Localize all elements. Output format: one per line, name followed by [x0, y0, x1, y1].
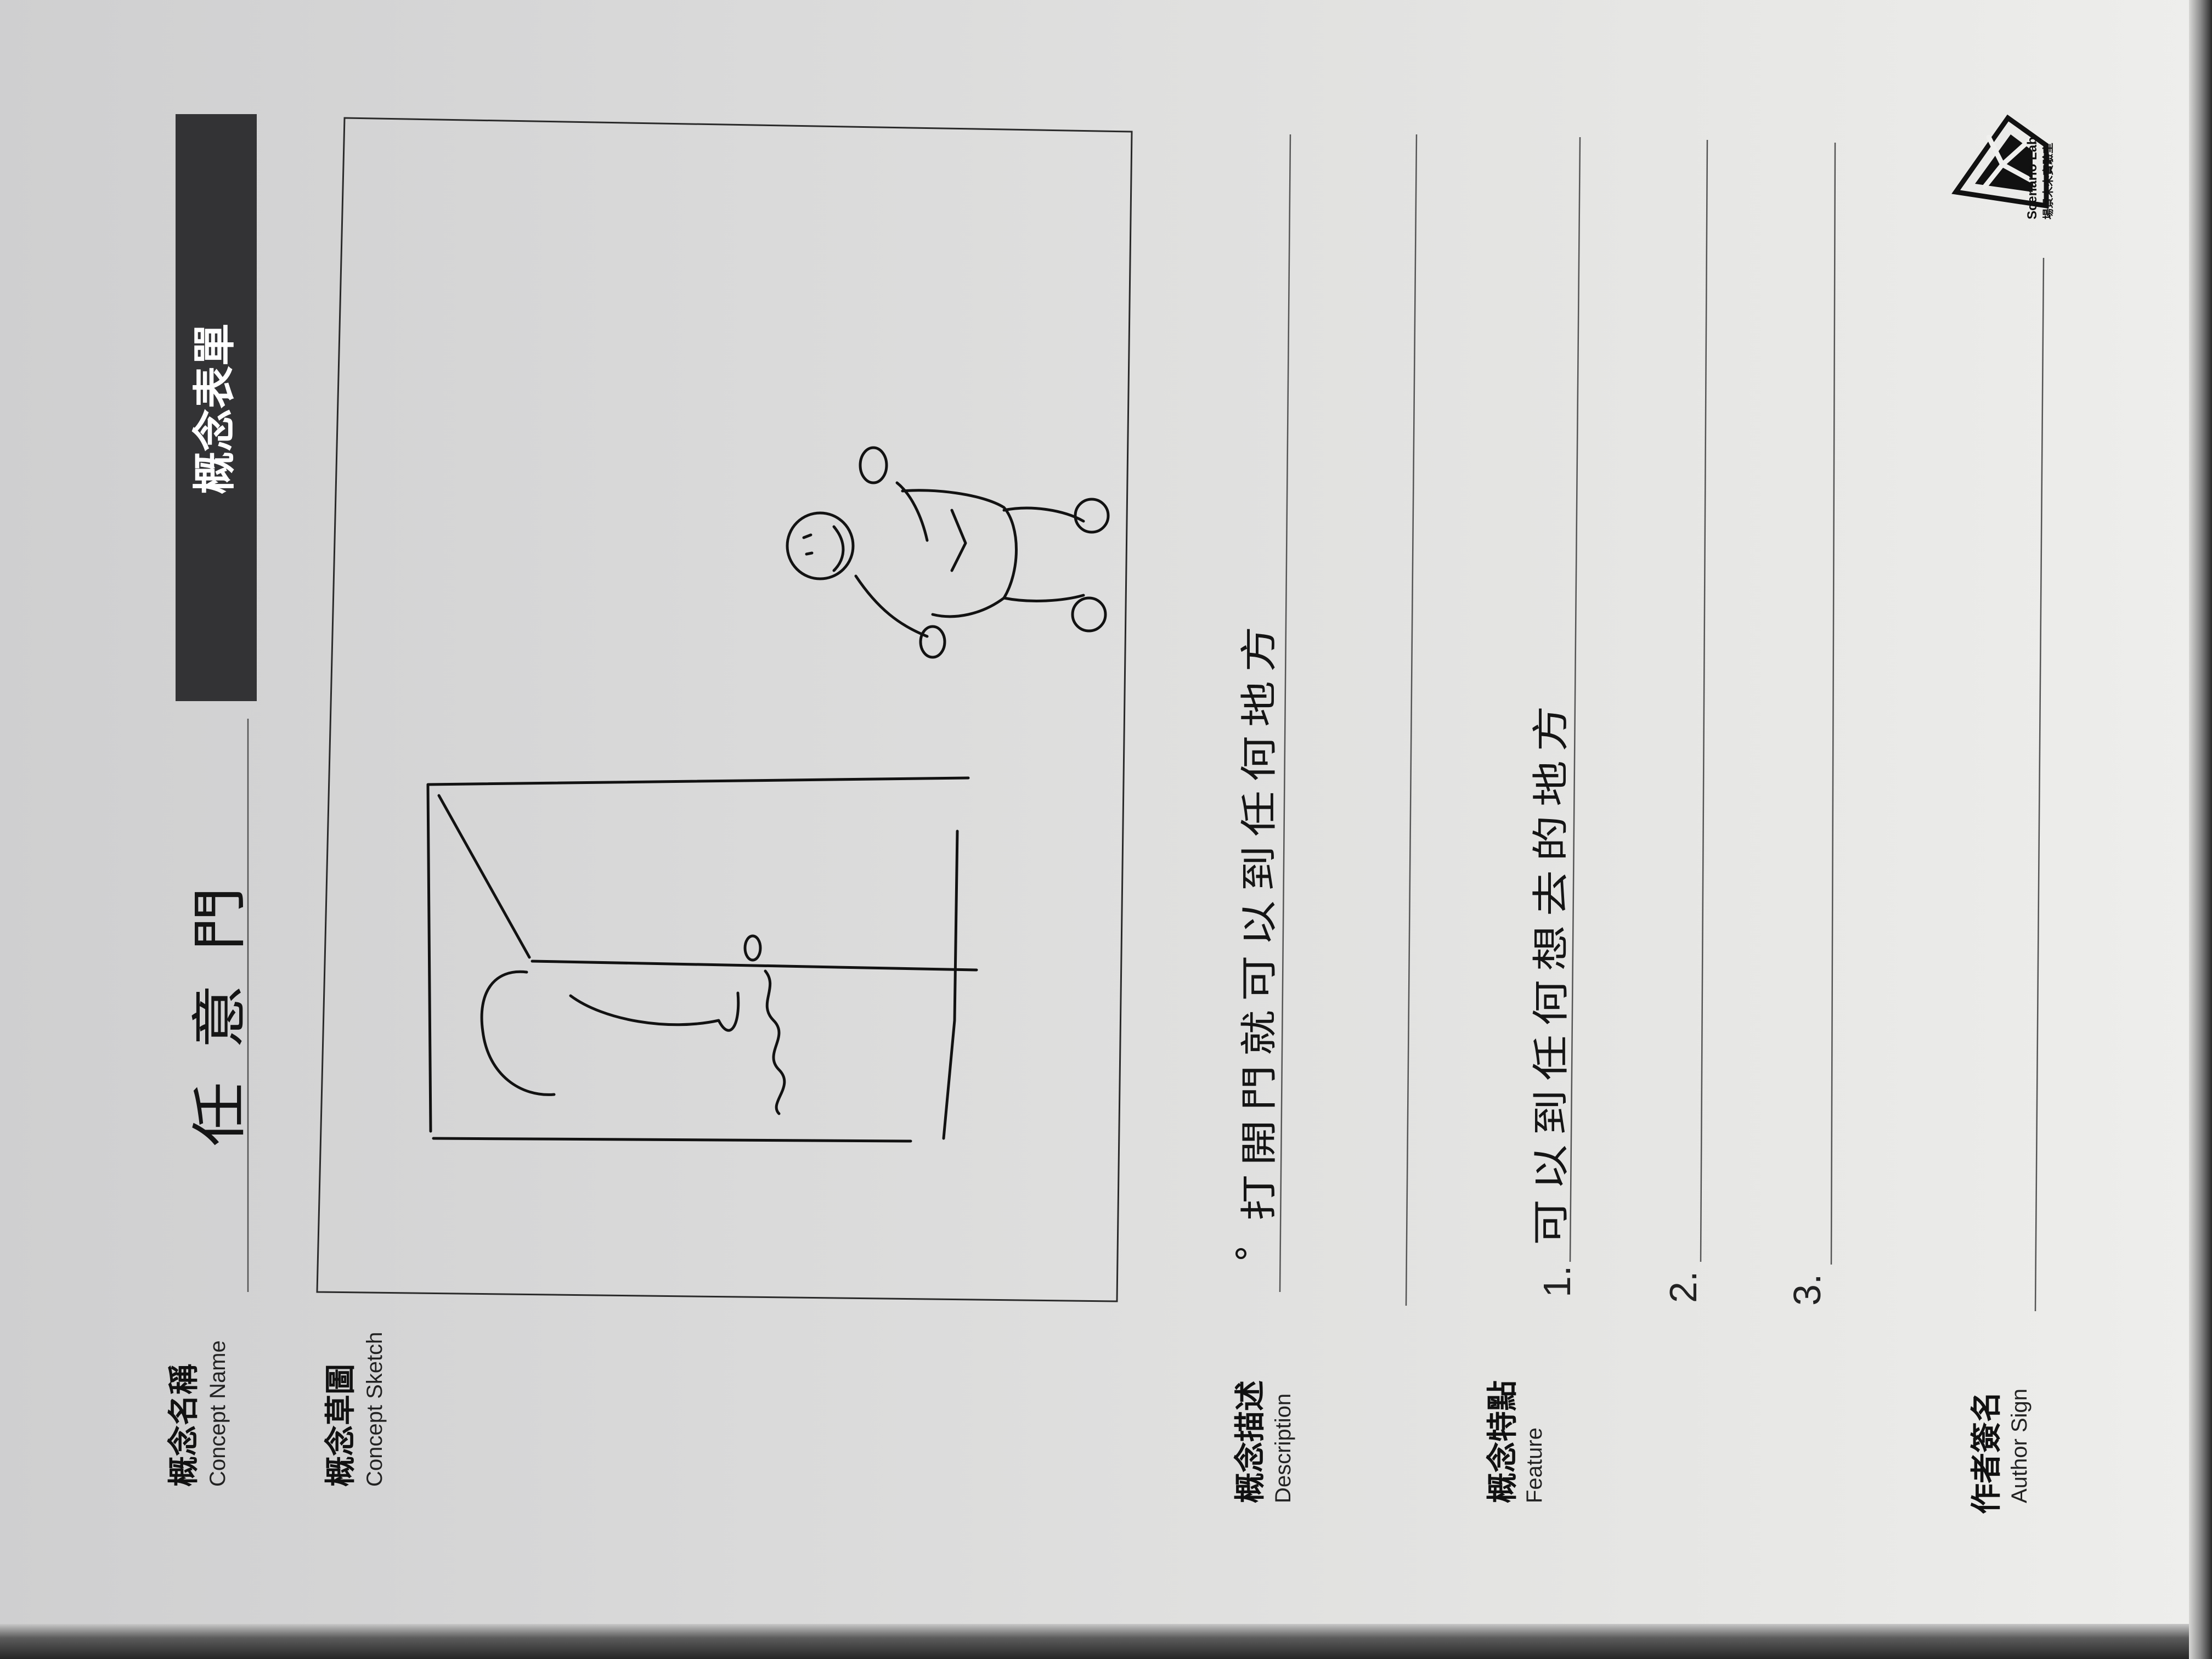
form-title: 概念表單 — [190, 323, 240, 494]
person-drawing — [786, 446, 1110, 659]
author-field: 作者簽名 Author Sign — [1969, 257, 2045, 1514]
author-label: 作者簽名 — [1969, 1391, 2005, 1514]
description-line-1 — [1279, 134, 1291, 1293]
logo-line2: 場景未來實驗室 — [2041, 143, 2055, 219]
door-knob — [743, 934, 762, 962]
title-bar: 概念表單 — [176, 114, 257, 701]
person-leg-upper — [1002, 506, 1085, 523]
person-foot-lower — [1071, 596, 1107, 633]
concept-name-value: 任意門 — [188, 854, 252, 1147]
concept-sketch-label: 概念草圖 — [323, 1364, 359, 1487]
person-eyes — [802, 533, 814, 556]
door-frame-outer — [426, 776, 970, 1133]
door-panel-opening — [437, 794, 531, 959]
feature-item-value: 可以到任何想去的地方 — [1529, 697, 1572, 1245]
author-sign-line — [2034, 257, 2045, 1312]
description-line-2 — [1405, 134, 1418, 1306]
concept-sketch-field: 概念草圖 Concept Sketch — [316, 117, 1133, 1487]
feature-item-line — [1830, 142, 1836, 1265]
sketch-frame — [316, 117, 1133, 1302]
scenario-lab-logo: Scenario Lab 場景未來實驗室 — [1951, 114, 2055, 219]
feature-item-number: 1. — [1536, 1266, 1578, 1297]
door-edge-wave — [764, 969, 786, 1115]
concept-sketch-sublabel: Concept Sketch — [363, 1332, 387, 1487]
person-smile — [832, 525, 845, 572]
feature-item-number: 2. — [1662, 1271, 1705, 1303]
concept-form: 概念表單 概念名稱 Concept Name 任意門 概念草圖 Concept … — [166, 114, 2055, 1514]
door-line — [531, 960, 978, 972]
door-frame-right — [942, 830, 959, 1140]
person-leg-lower — [1002, 594, 1085, 602]
feature-field: 概念特點 Feature 1. 可以到任何想去的地方 2. 3. — [1485, 137, 1836, 1503]
landscape-path — [569, 991, 740, 1032]
person-hand-left — [919, 625, 946, 659]
feature-item-3: 3. — [1786, 142, 1836, 1306]
feature-item-2: 2. — [1662, 139, 1708, 1303]
description-sublabel: Description — [1271, 1393, 1295, 1503]
concept-name-field: 概念名稱 Concept Name 任意門 — [166, 719, 252, 1487]
feature-item-line — [1700, 139, 1708, 1262]
description-label: 概念描述 — [1233, 1380, 1268, 1503]
door-frame-bottom — [432, 1137, 912, 1143]
feature-item-number: 3. — [1786, 1274, 1829, 1306]
concept-name-label: 概念名稱 — [166, 1364, 202, 1487]
person-hand-right — [859, 446, 888, 484]
logo-line1: Scenario Lab — [2025, 137, 2040, 219]
person-foot-upper — [1074, 498, 1110, 534]
feature-label: 概念特點 — [1485, 1380, 1521, 1503]
description-field: 概念描述 Description 打開門就可以到任何地方 — [1233, 134, 1418, 1503]
feature-sublabel: Feature — [1522, 1427, 1547, 1503]
concept-name-sublabel: Concept Name — [206, 1340, 230, 1487]
door-drawing — [426, 776, 978, 1143]
description-bullet — [1235, 1248, 1246, 1259]
author-sublabel: Author Sign — [2007, 1389, 2032, 1503]
description-value: 打開門就可以到任何地方 — [1237, 617, 1280, 1221]
person-arm-left — [854, 574, 929, 638]
feature-item-1: 1. 可以到任何想去的地方 — [1529, 137, 1581, 1297]
landscape-hill — [480, 970, 556, 1096]
person-pocket — [950, 509, 967, 572]
